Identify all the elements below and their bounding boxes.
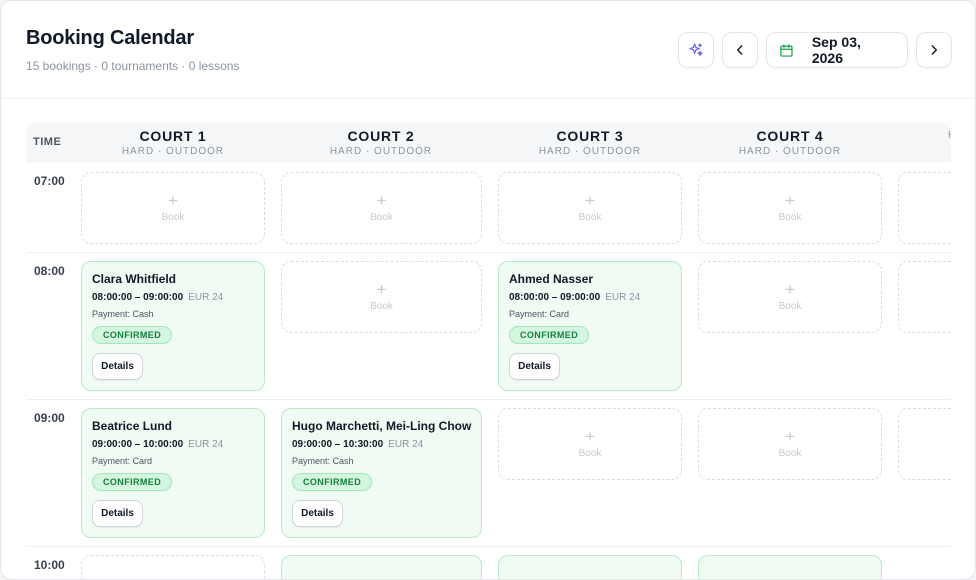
court-header-1: COURT 1 HARD · OUTDOOR — [73, 128, 273, 157]
court-surface: HARD · OUTDOOR — [538, 146, 642, 157]
court-name: COURT 4 — [756, 128, 824, 144]
plus-icon: + — [168, 191, 178, 210]
booking-time: 09:00:00 – 10:00:00 EUR 24 — [92, 439, 224, 450]
court-header-2: COURT 2 HARD · OUTDOOR — [281, 128, 481, 157]
court-surface: HARD · OUTDOOR — [738, 146, 842, 157]
booking-card[interactable]: Ahmed Nasser 08:00:00 – 09:00:00 EUR 24 P… — [498, 261, 682, 391]
plus-icon: + — [376, 191, 387, 210]
plus-icon: + — [585, 191, 595, 210]
time-row-0800: 08:00 Clara Whitfield 08:00:00 – 09:00:0… — [26, 253, 951, 400]
booking-price: EUR 24 — [188, 292, 224, 303]
book-label: Book — [161, 212, 185, 223]
booking-card[interactable]: Hugo Marchetti, Mei-Ling Chow 09:00:00 –… — [281, 408, 482, 538]
booking-card[interactable]: Beatrice Lund 09:00:00 – 10:00:00 EUR 24 … — [81, 408, 265, 538]
booking-time: 08:00:00 – 09:00:00 EUR 24 — [509, 292, 641, 303]
time-row-0900: 09:00 Beatrice Lund 09:00:00 – 10:00:00 E… — [26, 400, 951, 547]
details-button[interactable]: Details — [509, 353, 560, 380]
booking-name: Clara Whitfield — [92, 272, 177, 286]
booking-price: EUR 24 — [605, 292, 641, 303]
booking-payment: Payment: Card — [92, 456, 153, 466]
calendar-grid: TIME COURT 1 HARD · OUTDOOR COURT 2 HARD… — [26, 123, 951, 579]
booking-calendar-panel: Booking Calendar 15 bookings · 0 tournam… — [0, 0, 976, 580]
booking-card[interactable] — [498, 555, 682, 579]
book-slot[interactable] — [898, 408, 951, 480]
book-label: Book — [370, 301, 393, 312]
court-surface: HARD · OUTDOOR — [329, 146, 433, 157]
book-label: Book — [778, 212, 802, 223]
details-button[interactable]: Details — [92, 353, 143, 380]
time-label: 09:00 — [34, 411, 65, 425]
court-name: COURT 3 — [556, 128, 624, 144]
book-slot[interactable]: + Book — [81, 172, 265, 244]
booking-payment: Payment: Cash — [292, 456, 354, 466]
details-button[interactable]: Details — [92, 500, 143, 527]
booking-time: 08:00:00 – 09:00:00 EUR 24 — [92, 292, 224, 303]
book-slot[interactable]: + Book — [281, 172, 482, 244]
court-header-5: H — [948, 128, 951, 141]
booking-price: EUR 24 — [388, 439, 424, 450]
plus-icon: + — [376, 280, 387, 299]
booking-payment: Payment: Cash — [92, 309, 154, 319]
plus-icon: + — [585, 427, 595, 446]
plus-icon: + — [785, 191, 795, 210]
book-slot[interactable]: + Book — [698, 172, 882, 244]
book-label: Book — [578, 212, 602, 223]
book-slot[interactable]: + Book — [498, 172, 682, 244]
booking-card[interactable] — [281, 555, 482, 579]
status-badge: CONFIRMED — [92, 473, 173, 491]
previous-day-button[interactable] — [722, 32, 758, 68]
booking-time: 09:00:00 – 10:30:00 EUR 24 — [292, 439, 424, 450]
book-slot[interactable] — [898, 261, 951, 333]
chevron-left-icon — [736, 45, 743, 55]
book-label: Book — [778, 301, 802, 312]
court-surface: HARD · OUTDOOR — [121, 146, 225, 157]
book-label: Book — [370, 212, 393, 223]
next-day-button[interactable] — [916, 32, 952, 68]
ai-assist-button[interactable] — [678, 32, 714, 68]
time-label: 08:00 — [34, 264, 65, 278]
booking-name: Ahmed Nasser — [509, 272, 594, 286]
booking-price: EUR 24 — [188, 439, 224, 450]
page-title: Booking Calendar — [26, 27, 194, 49]
book-label: Book — [778, 448, 802, 459]
court-surface: H — [948, 130, 951, 141]
booking-payment: Payment: Card — [509, 309, 570, 319]
selected-date: Sep 03, 2026 — [811, 34, 861, 66]
status-badge: CONFIRMED — [509, 326, 590, 344]
time-label: 10:00 — [34, 558, 65, 572]
sparkle-icon — [689, 43, 703, 56]
page-subtitle: 15 bookings · 0 tournaments · 0 lessons — [26, 59, 240, 73]
details-button[interactable]: Details — [292, 500, 343, 527]
booking-name: Beatrice Lund — [92, 419, 173, 433]
court-name: COURT 2 — [347, 128, 415, 144]
plus-icon: + — [785, 280, 795, 299]
plus-icon: + — [785, 427, 795, 446]
booking-name: Hugo Marchetti, Mei-Ling Chow — [292, 419, 472, 433]
book-slot[interactable]: + Book — [498, 408, 682, 480]
calendar-header: Booking Calendar 15 bookings · 0 tournam… — [1, 1, 975, 99]
status-badge: CONFIRMED — [92, 326, 173, 344]
book-slot[interactable]: + Book — [698, 261, 882, 333]
grid-header-row: TIME COURT 1 HARD · OUTDOOR COURT 2 HARD… — [26, 123, 951, 163]
time-column-header: TIME — [33, 136, 62, 148]
booking-card[interactable] — [698, 555, 882, 579]
date-picker-button[interactable]: Sep 03, 2026 — [766, 32, 908, 68]
book-slot[interactable] — [898, 172, 951, 244]
booking-card[interactable]: Clara Whitfield 08:00:00 – 09:00:00 EUR 2… — [81, 261, 265, 391]
book-slot[interactable]: + Book — [281, 261, 482, 333]
court-name: COURT 1 — [139, 128, 207, 144]
book-slot[interactable]: + Book — [698, 408, 882, 480]
court-header-4: COURT 4 HARD · OUTDOOR — [690, 128, 890, 157]
time-row-1000: 10:00 — [26, 547, 951, 579]
chevron-right-icon — [931, 45, 938, 55]
time-label: 07:00 — [34, 174, 65, 188]
court-header-3: COURT 3 HARD · OUTDOOR — [490, 128, 690, 157]
book-slot[interactable] — [81, 555, 265, 579]
book-label: Book — [578, 448, 602, 459]
time-row-0700: 07:00 + Book + Book + Book + Book — [26, 163, 951, 253]
status-badge: CONFIRMED — [292, 473, 373, 491]
calendar-icon — [780, 43, 793, 57]
